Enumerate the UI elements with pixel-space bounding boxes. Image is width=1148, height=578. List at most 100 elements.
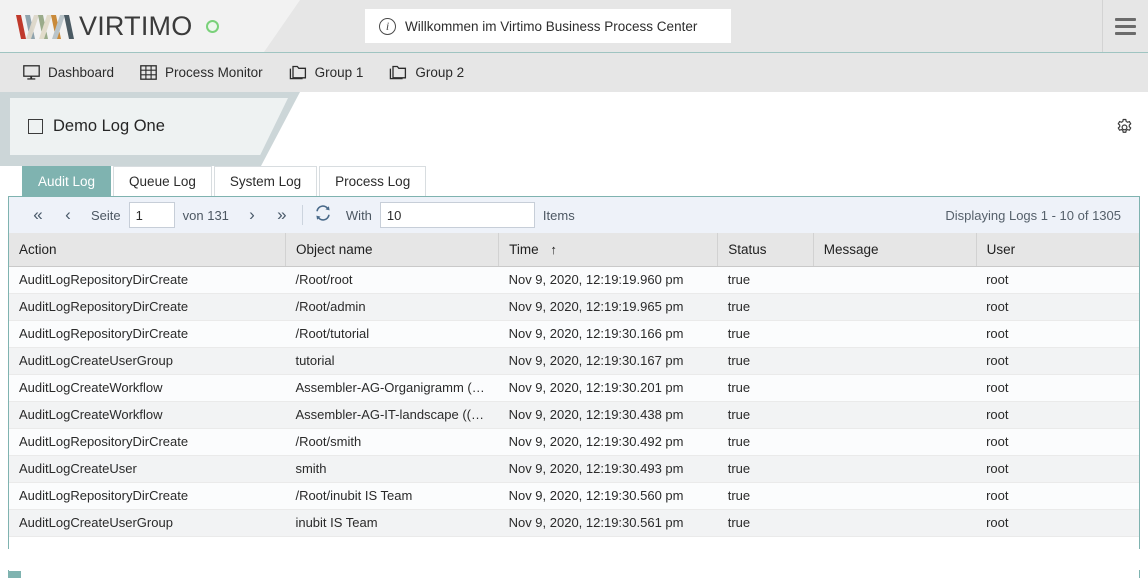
tab-label: Queue Log [129, 174, 196, 189]
chevron-left-icon: ‹ [65, 205, 71, 224]
column-header-user[interactable]: User [976, 233, 1139, 267]
displaying-logs-status: Displaying Logs 1 - 10 of 1305 [945, 207, 1121, 223]
cell-status: true [717, 401, 814, 429]
cell-user: root [976, 347, 1139, 375]
cell-user: root [976, 401, 1139, 429]
settings-button[interactable] [1112, 118, 1136, 142]
welcome-text: Willkommen im Virtimo Business Process C… [405, 18, 698, 34]
refresh-button[interactable] [308, 200, 338, 230]
cell-time: Nov 9, 2020, 12:19:30.560 pm [498, 482, 718, 510]
cell-status: true [717, 320, 814, 348]
page-number-input[interactable] [128, 202, 175, 228]
audit-log-table: Action Object name Time ↑ Status Message… [9, 233, 1139, 537]
cell-action: AuditLogCreateWorkflow [9, 374, 286, 402]
cell-user: root [976, 320, 1139, 348]
virtimo-logo-icon [16, 13, 78, 39]
table-row[interactable]: AuditLogCreateUserGroup tutorial Nov 9, 20… [9, 347, 1139, 375]
main-navigation: Dashboard Process Monitor Group 1 Group … [0, 52, 1148, 92]
cell-status: true [717, 509, 814, 537]
tab-label: Process Log [335, 174, 411, 189]
hamburger-menu-button[interactable] [1102, 0, 1148, 52]
table-row[interactable]: AuditLogRepositoryDirCreate/Root/inubit … [9, 482, 1139, 510]
cell-object: /Root/smith [285, 428, 499, 456]
table-row[interactable]: AuditLogRepositoryDirCreate/Root/smith No… [9, 428, 1139, 456]
cell-status: true [717, 293, 814, 321]
document-tab-label: Demo Log One [53, 117, 165, 135]
hamburger-icon-line [1115, 31, 1136, 35]
cell-message [813, 266, 977, 294]
nav-item-dashboard[interactable]: Dashboard [10, 53, 127, 93]
cell-time: Nov 9, 2020, 12:19:30.166 pm [498, 320, 718, 348]
horizontal-scrollbar-track[interactable] [8, 570, 1140, 578]
nav-item-label: Group 1 [314, 65, 364, 80]
cell-object: Assembler-AG-IT-landscape ((… [285, 401, 499, 429]
document-tab-demo-log-one[interactable]: Demo Log One [10, 98, 288, 155]
cell-time: Nov 9, 2020, 12:19:19.960 pm [498, 266, 718, 294]
cell-object: /Root/inubit IS Team [285, 482, 499, 510]
table-row[interactable]: AuditLogCreateWorkflow Assembler-AG-Organ… [9, 374, 1139, 402]
cell-message [813, 293, 977, 321]
cell-action: AuditLogCreateUserGroup [9, 509, 286, 537]
column-header-object-name[interactable]: Object name [285, 233, 500, 267]
table-row[interactable]: AuditLogRepositoryDirCreate/Root/admin No… [9, 293, 1139, 321]
tab-system-log[interactable]: System Log [213, 166, 318, 196]
tab-queue-log[interactable]: Queue Log [113, 166, 212, 196]
brand-logo[interactable]: VIRTIMO [0, 10, 220, 41]
tab-process-log[interactable]: Process Log [319, 166, 427, 196]
cell-object: inubit IS Team [285, 509, 499, 537]
cell-time: Nov 9, 2020, 12:19:30.561 pm [498, 509, 718, 537]
hamburger-icon-line [1115, 17, 1136, 21]
prev-page-button[interactable]: ‹ [53, 200, 83, 230]
with-label: With [345, 207, 372, 223]
cell-user: root [976, 374, 1139, 402]
table-row[interactable]: AuditLogCreateWorkflow Assembler-AG-IT-la… [9, 401, 1139, 429]
items-per-page-input[interactable] [379, 202, 535, 228]
table-row[interactable]: AuditLogRepositoryDirCreate/Root/tutoria… [9, 320, 1139, 348]
items-label: Items [542, 207, 575, 223]
column-header-time[interactable]: Time ↑ [498, 233, 719, 267]
pagination-toolbar: « ‹ Seite von 131 › » With Ite [9, 197, 1139, 233]
double-chevron-left-icon: « [33, 205, 43, 224]
cell-user: root [976, 509, 1139, 537]
top-bar: VIRTIMO i Willkommen im Virtimo Business… [0, 0, 1148, 52]
column-label: Time [509, 241, 539, 257]
sort-ascending-icon: ↑ [550, 241, 557, 257]
nav-item-label: Group 2 [415, 65, 465, 80]
grid-table-icon [140, 65, 157, 80]
table-row[interactable]: AuditLogCreateUserGroup inubit IS Team Nov… [9, 509, 1139, 537]
table-header: Action Object name Time ↑ Status Message… [9, 233, 1139, 267]
next-page-button[interactable]: › [237, 200, 267, 230]
nav-item-process-monitor[interactable]: Process Monitor [127, 53, 276, 93]
cell-time: Nov 9, 2020, 12:19:30.201 pm [498, 374, 718, 402]
table-row[interactable]: AuditLogCreateUser smith Nov 9, 2020, 12:1… [9, 455, 1139, 483]
cell-status: true [717, 428, 814, 456]
first-page-button[interactable]: « [23, 200, 53, 230]
status-indicator-icon [206, 19, 220, 33]
last-page-button[interactable]: » [267, 200, 297, 230]
brand-name: VIRTIMO [79, 10, 193, 41]
tab-audit-log[interactable]: Audit Log [22, 166, 112, 196]
cell-message [813, 482, 977, 510]
column-header-action[interactable]: Action [9, 233, 286, 267]
cell-time: Nov 9, 2020, 12:19:30.493 pm [498, 455, 718, 483]
tab-label: Audit Log [38, 174, 96, 189]
folder-icon [389, 65, 407, 80]
column-label: Action [19, 241, 57, 257]
chevron-right-icon: › [249, 205, 255, 224]
double-chevron-right-icon: » [277, 205, 287, 224]
gear-icon [1115, 118, 1134, 142]
nav-item-group-1[interactable]: Group 1 [276, 53, 377, 93]
tab-label: System Log [229, 174, 302, 189]
column-header-message[interactable]: Message [813, 233, 977, 267]
cell-action: AuditLogRepositoryDirCreate [9, 428, 286, 456]
nav-item-group-2[interactable]: Group 2 [376, 53, 477, 93]
cell-message [813, 509, 977, 537]
column-header-status[interactable]: Status [717, 233, 814, 267]
checkbox-icon[interactable] [28, 119, 43, 134]
cell-time: Nov 9, 2020, 12:19:19.965 pm [498, 293, 718, 321]
horizontal-scrollbar-thumb[interactable] [9, 571, 21, 578]
cell-action: AuditLogCreateWorkflow [9, 401, 286, 429]
document-tab-strip: Demo Log One [0, 92, 1148, 166]
cell-action: AuditLogCreateUser [9, 455, 286, 483]
table-row[interactable]: AuditLogRepositoryDirCreate/Root/root Nov… [9, 266, 1139, 294]
